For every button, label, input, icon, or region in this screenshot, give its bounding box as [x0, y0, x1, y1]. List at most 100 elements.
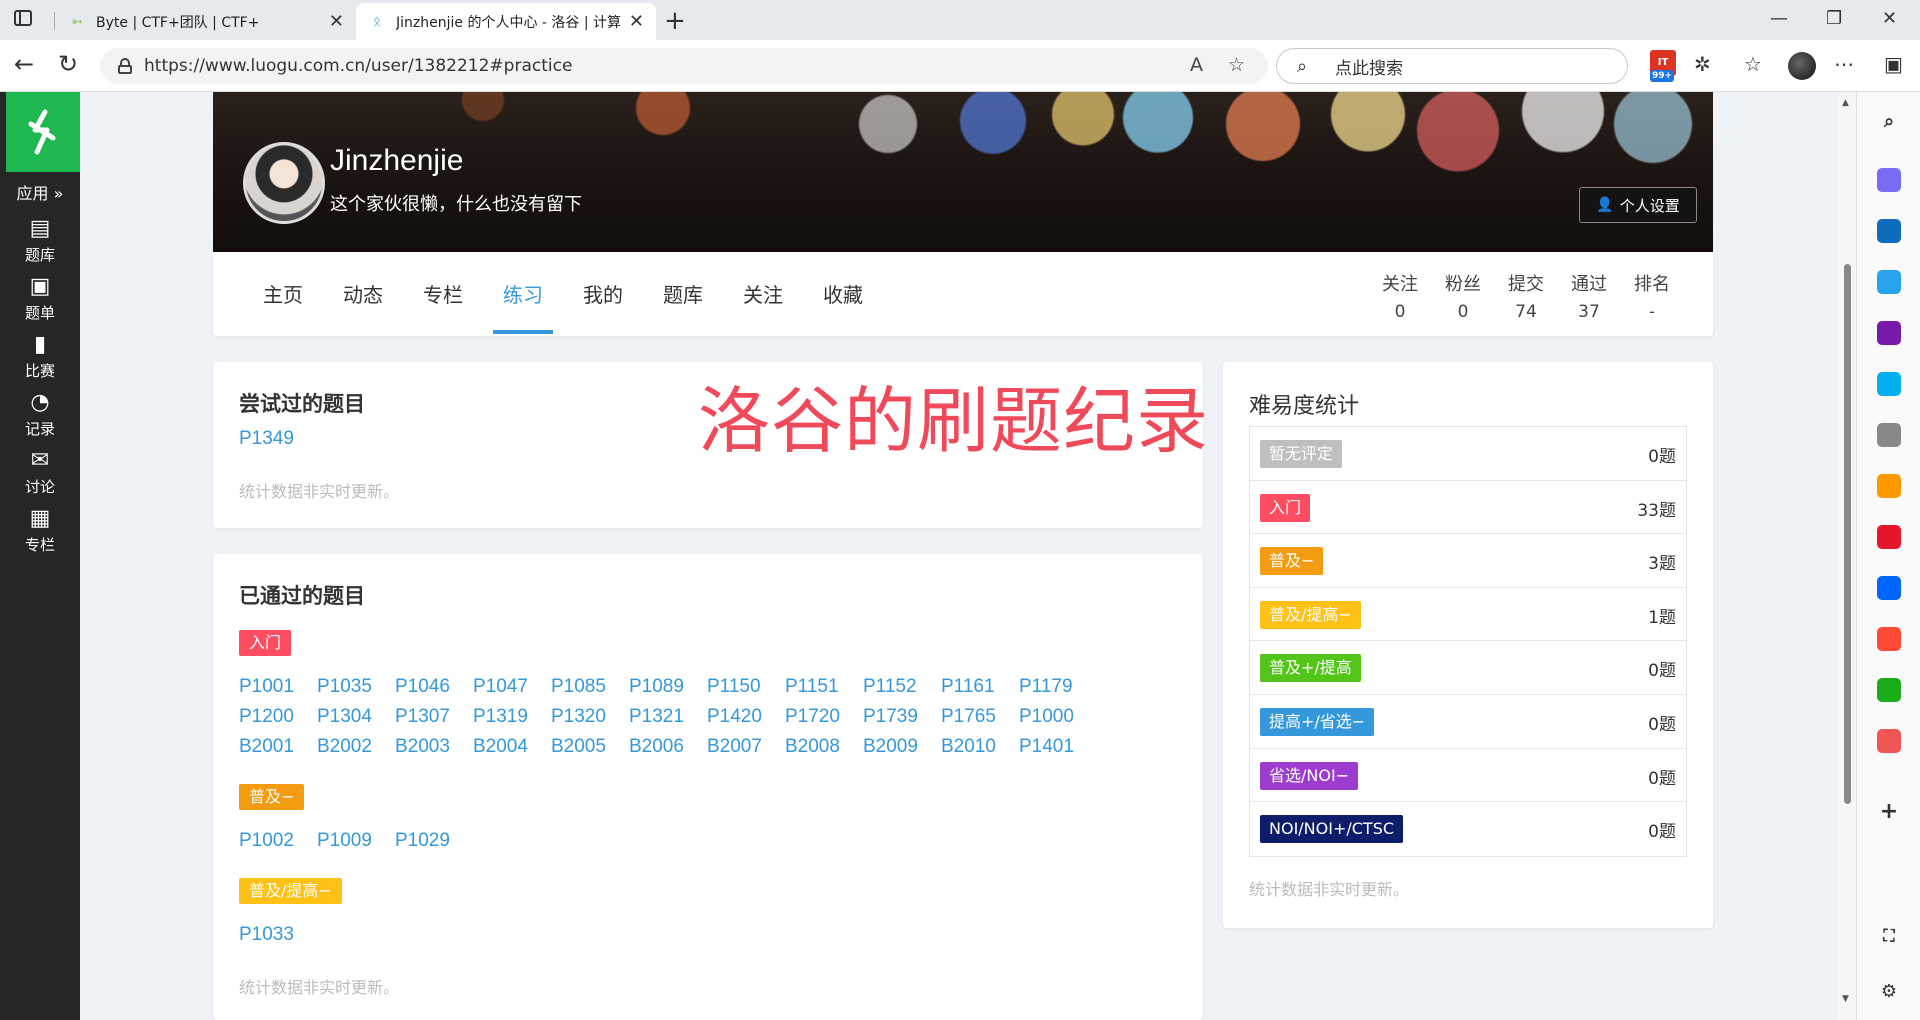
problem-link[interactable]: P1002 [239, 826, 317, 856]
problem-link[interactable]: B2009 [863, 732, 941, 762]
search-box[interactable]: ⌕ 点此搜索 [1276, 48, 1628, 84]
user-avatar[interactable] [243, 142, 325, 224]
screenshot-icon[interactable]: ⛶ [1877, 924, 1901, 948]
video-icon[interactable] [1877, 474, 1901, 498]
scroll-up-icon[interactable]: ▲ [1842, 98, 1849, 108]
favorites-icon[interactable]: ☆ [1744, 52, 1762, 76]
weibo-icon[interactable] [1877, 525, 1901, 549]
favorite-star-icon[interactable]: ☆ [1228, 54, 1245, 76]
problem-link[interactable]: P1320 [551, 702, 629, 732]
problem-link[interactable]: P1150 [707, 672, 785, 702]
close-window-icon[interactable]: ✕ [1882, 8, 1897, 29]
refresh-icon[interactable]: ↻ [58, 50, 78, 78]
apps-menu[interactable]: 应用 » [0, 180, 80, 204]
close-tab-icon[interactable]: ✕ [629, 11, 644, 32]
problem-link[interactable]: P1046 [395, 672, 473, 702]
read-aloud-icon[interactable]: A [1190, 54, 1203, 76]
tab-columns[interactable]: 专栏 [423, 279, 463, 308]
problem-link[interactable]: B2004 [473, 732, 551, 762]
problem-link[interactable]: P1152 [863, 672, 941, 702]
stat-following[interactable]: 关注 0 [1375, 270, 1425, 322]
problem-link[interactable]: P1009 [317, 826, 395, 856]
problem-link[interactable]: B2003 [395, 732, 473, 762]
problem-link[interactable]: B2007 [707, 732, 785, 762]
onenote-icon[interactable] [1877, 321, 1901, 345]
problem-link[interactable]: P1161 [941, 672, 1019, 702]
problem-link[interactable]: P1420 [707, 702, 785, 732]
problem-link[interactable]: P1035 [317, 672, 395, 702]
profile-avatar[interactable] [1788, 52, 1816, 80]
add-icon[interactable]: + [1877, 800, 1901, 824]
problem-link[interactable]: P1085 [551, 672, 629, 702]
luogu-logo[interactable] [6, 92, 80, 172]
problem-link[interactable]: P1033 [239, 920, 317, 950]
problem-link[interactable]: P1349 [239, 428, 294, 450]
eagle-icon[interactable] [1877, 423, 1901, 447]
stat-passed[interactable]: 通过 37 [1564, 270, 1614, 322]
page-scrollbar[interactable]: ▲ ▼ [1838, 92, 1856, 1020]
gear-icon[interactable]: ⚙ [1877, 980, 1901, 1004]
problem-link[interactable]: P1179 [1019, 672, 1097, 702]
problem-link[interactable]: P1089 [629, 672, 707, 702]
stat-followers[interactable]: 粉丝 0 [1438, 270, 1488, 322]
problem-link[interactable]: P1200 [239, 702, 317, 732]
restore-icon[interactable]: ❐ [1826, 8, 1842, 29]
tab-activity[interactable]: 动态 [343, 279, 383, 308]
nav-contests[interactable]: ▮ 比赛 [0, 332, 80, 381]
problem-link[interactable]: B2010 [941, 732, 1019, 762]
search-icon[interactable]: ⌕ [1877, 110, 1901, 134]
tab-following[interactable]: 关注 [743, 279, 783, 308]
problem-link[interactable]: P1029 [395, 826, 473, 856]
nav-records[interactable]: ◔ 记录 [0, 390, 80, 439]
problem-link[interactable]: P1001 [239, 672, 317, 702]
nav-problem-lists[interactable]: ▣ 题单 [0, 274, 80, 323]
problem-link[interactable]: P1765 [941, 702, 1019, 732]
nav-discuss[interactable]: ✉ 讨论 [0, 448, 80, 497]
app-green-icon[interactable] [1877, 678, 1901, 702]
browser-tab-luogu[interactable]: ᛟ Jinzhenjie 的个人中心 - 洛谷 | 计算机 ✕ [356, 3, 656, 40]
outlook-icon[interactable] [1877, 219, 1901, 243]
problem-link[interactable]: B2002 [317, 732, 395, 762]
stat-submissions[interactable]: 提交 74 [1501, 270, 1551, 322]
stat-ranking[interactable]: 排名 - [1627, 270, 1677, 322]
telegram-icon[interactable] [1877, 270, 1901, 294]
problem-link[interactable]: P1321 [629, 702, 707, 732]
ithome-notification-icon[interactable]: IT 99+ [1650, 50, 1676, 82]
problem-link[interactable]: P1401 [1019, 732, 1097, 762]
problem-link[interactable]: P1319 [473, 702, 551, 732]
back-icon[interactable]: ← [14, 50, 34, 78]
scrollbar-thumb[interactable] [1844, 264, 1851, 804]
problem-link[interactable]: P1720 [785, 702, 863, 732]
minimize-icon[interactable]: — [1770, 8, 1788, 29]
tab-practice[interactable]: 练习 [503, 279, 543, 308]
extensions-icon[interactable]: ✲ [1694, 52, 1711, 76]
tab-favorites[interactable]: 收藏 [823, 279, 863, 308]
problem-link[interactable]: B2005 [551, 732, 629, 762]
problem-link[interactable]: B2006 [629, 732, 707, 762]
problem-link[interactable]: P1307 [395, 702, 473, 732]
skype-icon[interactable] [1877, 372, 1901, 396]
problem-link[interactable]: B2008 [785, 732, 863, 762]
copilot-icon[interactable] [1877, 168, 1901, 192]
zhihu-icon[interactable] [1877, 576, 1901, 600]
problem-link[interactable]: P1304 [317, 702, 395, 732]
tab-home[interactable]: 主页 [263, 279, 303, 308]
personal-settings-button[interactable]: 👤 个人设置 [1579, 187, 1697, 223]
nav-columns[interactable]: ▦ 专栏 [0, 506, 80, 555]
sidebar-toggle-icon[interactable] [14, 10, 32, 26]
new-tab-button[interactable]: + [664, 6, 686, 36]
browser-tab-byte[interactable]: ➳ Byte | CTF+团队 | CTF+ ✕ [56, 3, 356, 40]
more-menu-icon[interactable]: ⋯ [1834, 52, 1854, 76]
app-red-icon[interactable] [1877, 627, 1901, 651]
problem-link[interactable]: P1000 [1019, 702, 1097, 732]
tab-problemset[interactable]: 题库 [663, 279, 703, 308]
problem-link[interactable]: B2001 [239, 732, 317, 762]
app-red2-icon[interactable] [1877, 729, 1901, 753]
close-tab-icon[interactable]: ✕ [329, 11, 344, 32]
problem-link[interactable]: P1151 [785, 672, 863, 702]
url-field[interactable]: https://www.luogu.com.cn/user/1382212#pr… [100, 48, 1268, 84]
nav-problems[interactable]: ▤ 题库 [0, 216, 80, 265]
problem-link[interactable]: P1047 [473, 672, 551, 702]
scroll-down-icon[interactable]: ▼ [1842, 994, 1849, 1004]
sidebar-panel-icon[interactable]: ▣ [1884, 52, 1903, 76]
